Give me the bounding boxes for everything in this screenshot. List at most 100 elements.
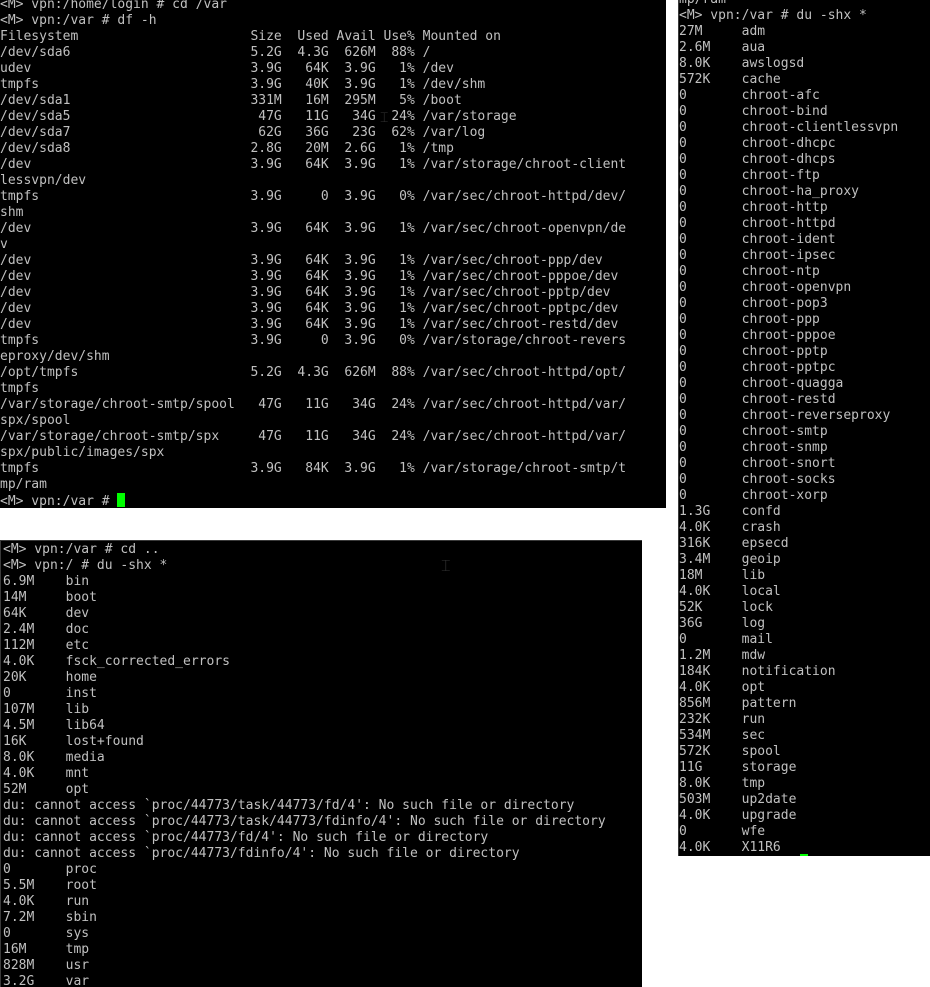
terminal-line: 18M lib: [679, 568, 766, 583]
terminal-line: /dev/sda5 47G 11G 34G 24% /var/storage: [0, 109, 517, 124]
terminal-line: 2.4M doc: [3, 622, 90, 637]
terminal-line: 27M adm: [679, 24, 766, 39]
terminal-line: <M> vpn:/var # du -shx *: [679, 8, 867, 23]
terminal-line: /dev 3.9G 64K 3.9G 1% /var/sec/chroot-op…: [0, 221, 627, 236]
terminal-line: /dev 3.9G 64K 3.9G 1% /var/sec/chroot-pp…: [0, 253, 603, 268]
terminal-line: /dev/sda7 62G 36G 23G 62% /var/log: [0, 125, 486, 140]
terminal-line: 0 chroot-xorp: [679, 488, 828, 503]
terminal-line: 0 chroot-httpd: [679, 216, 836, 231]
terminal-line: 503M up2date: [679, 792, 797, 807]
text-cursor-ibeam-icon: ⌶: [441, 556, 451, 575]
terminal-line: 534M sec: [679, 728, 766, 743]
terminal-line: 112M etc: [3, 638, 90, 653]
terminal-line: 4.0K mnt: [3, 766, 90, 781]
terminal-line: du: cannot access `proc/44773/task/44773…: [3, 798, 575, 813]
terminal-line: /dev 3.9G 64K 3.9G 1% /var/sec/chroot-pp…: [0, 285, 611, 300]
terminal-line: 0 chroot-ntp: [679, 264, 820, 279]
terminal-line: 0 proc: [3, 862, 97, 877]
terminal-line: 8.0K tmp: [679, 776, 766, 791]
terminal-line: /dev 3.9G 64K 3.9G 1% /var/storage/chroo…: [0, 157, 627, 172]
df-terminal-window[interactable]: <M> vpn:/home/login # cd /var <M> vpn:/va…: [0, 0, 666, 508]
terminal-line: /var/storage/chroot-smtp/spx 47G 11G 34G…: [0, 429, 627, 444]
terminal-line: Filesystem Size Used Avail Use% Mounted …: [0, 29, 501, 44]
terminal-line: <M> vpn:/home/login # cd /var: [0, 0, 227, 12]
terminal-line: /dev/sda8 2.8G 20M 2.6G 1% /tmp: [0, 141, 454, 156]
terminal-line: 0 sys: [3, 926, 90, 941]
terminal-line: 316K epsecd: [679, 536, 789, 551]
terminal-line: tmpfs 3.9G 40K 3.9G 1% /dev/shm: [0, 77, 486, 92]
terminal-line: 0 chroot-smtp: [679, 424, 828, 439]
terminal-line: tmpfs: [0, 381, 40, 396]
du-root-terminal-window[interactable]: <M> vpn:/var # cd .. <M> vpn:/ # du -shx …: [0, 540, 642, 987]
terminal-line: 5.5M root: [3, 878, 97, 893]
terminal-line: tmpfs 3.9G 0 3.9G 0% /var/storage/chroot…: [0, 333, 627, 348]
terminal-line: 16M tmp: [3, 942, 90, 957]
terminal-line: 0 chroot-openvpn: [679, 280, 852, 295]
terminal-line: 0 mail: [679, 632, 773, 647]
terminal-line: 8.0K media: [3, 750, 105, 765]
terminal-line: shm: [0, 205, 24, 220]
terminal-line: du: cannot access `proc/44773/fdinfo/4':…: [3, 846, 520, 861]
terminal-line: 1.3G confd: [679, 504, 781, 519]
terminal-line: v: [0, 237, 8, 252]
terminal-line: 0 chroot-snort: [679, 456, 836, 471]
terminal-line: /var/storage/chroot-smtp/spool 47G 11G 3…: [0, 397, 627, 412]
terminal-line: mp/ram: [679, 0, 930, 8]
terminal-line: 0 chroot-ha_proxy: [679, 184, 860, 199]
terminal-line: eproxy/dev/shm: [0, 349, 110, 364]
terminal-line: du: cannot access `proc/44773/task/44773…: [3, 814, 606, 829]
terminal-line: 572K cache: [679, 72, 781, 87]
terminal-line: spx/spool: [0, 413, 71, 428]
terminal-line: /dev 3.9G 64K 3.9G 1% /var/sec/chroot-pp…: [0, 301, 619, 316]
terminal-line: 4.0K opt: [679, 680, 766, 695]
terminal-line: 52K lock: [679, 600, 773, 615]
terminal-line: 0 chroot-quagga: [679, 376, 844, 391]
terminal-line: /opt/tmpfs 5.2G 4.3G 626M 88% /var/sec/c…: [0, 365, 627, 380]
terminal-line: 14M boot: [3, 590, 97, 605]
terminal-line: 856M pattern: [679, 696, 797, 711]
terminal-line: 1.2M mdw: [679, 648, 766, 663]
terminal-line: /dev/sda1 331M 16M 295M 5% /boot: [0, 93, 462, 108]
terminal-line: 7.2M sbin: [3, 910, 97, 925]
terminal-line: 16K lost+found: [3, 734, 144, 749]
terminal-line: udev 3.9G 64K 3.9G 1% /dev: [0, 61, 454, 76]
terminal-line: 0 wfe: [679, 824, 766, 839]
terminal-line: spx/public/images/spx: [0, 445, 165, 460]
du-root-output: <M> vpn:/var # cd .. <M> vpn:/ # du -shx …: [3, 542, 642, 987]
terminal-line: 0 chroot-reverseproxy: [679, 408, 891, 423]
terminal-line: 4.5M lib64: [3, 718, 105, 733]
terminal-line: 52M opt: [3, 782, 90, 797]
terminal-line: 36G log: [679, 616, 766, 631]
terminal-line: 828M usr: [3, 958, 90, 973]
terminal-line: 0 inst: [3, 686, 97, 701]
terminal-line: du: cannot access `proc/44773/fd/4': No …: [3, 830, 489, 845]
terminal-line: /dev/sda6 5.2G 4.3G 626M 88% /: [0, 45, 431, 60]
terminal-line: 4.0K run: [3, 894, 90, 909]
terminal-line: 0 chroot-ftp: [679, 168, 820, 183]
terminal-line: /dev 3.9G 64K 3.9G 1% /var/sec/chroot-re…: [0, 317, 619, 332]
terminal-line: 4.0K fsck_corrected_errors: [3, 654, 230, 669]
terminal-line: 572K spool: [679, 744, 781, 759]
terminal-line: 0 chroot-socks: [679, 472, 836, 487]
terminal-line: 8.0K awslogsd: [679, 56, 805, 71]
df-output: <M> vpn:/home/login # cd /var <M> vpn:/va…: [0, 0, 666, 508]
terminal-line: lessvpn/dev: [0, 173, 87, 188]
terminal-line: 184K notification: [679, 664, 836, 679]
terminal-line: tmpfs 3.9G 84K 3.9G 1% /var/storage/chro…: [0, 461, 627, 476]
terminal-line: 6.9M bin: [3, 574, 90, 589]
terminal-line: 64K dev: [3, 606, 90, 621]
terminal-line: 11G storage: [679, 760, 797, 775]
terminal-line: 107M lib: [3, 702, 90, 717]
du-var-terminal-window[interactable]: mp/ram<M> vpn:/var # du -shx *27M adm2.6…: [678, 0, 930, 856]
terminal-line: 3.2G var: [3, 974, 90, 987]
terminal-line: /dev 3.9G 64K 3.9G 1% /var/sec/chroot-pp…: [0, 269, 619, 284]
terminal-line: 0 chroot-pppoe: [679, 328, 836, 343]
terminal-line: 0 chroot-http: [679, 200, 828, 215]
terminal-line: 0 chroot-ipsec: [679, 248, 836, 263]
terminal-cursor-partial: [800, 854, 808, 856]
terminal-line: 0 chroot-restd: [679, 392, 836, 407]
terminal-line: 4.0K upgrade: [679, 808, 797, 823]
terminal-line: 0 chroot-pptpc: [679, 360, 836, 375]
terminal-line: 0 chroot-dhcpc: [679, 136, 836, 151]
prompt-line[interactable]: <M> vpn:/var #: [0, 493, 666, 508]
